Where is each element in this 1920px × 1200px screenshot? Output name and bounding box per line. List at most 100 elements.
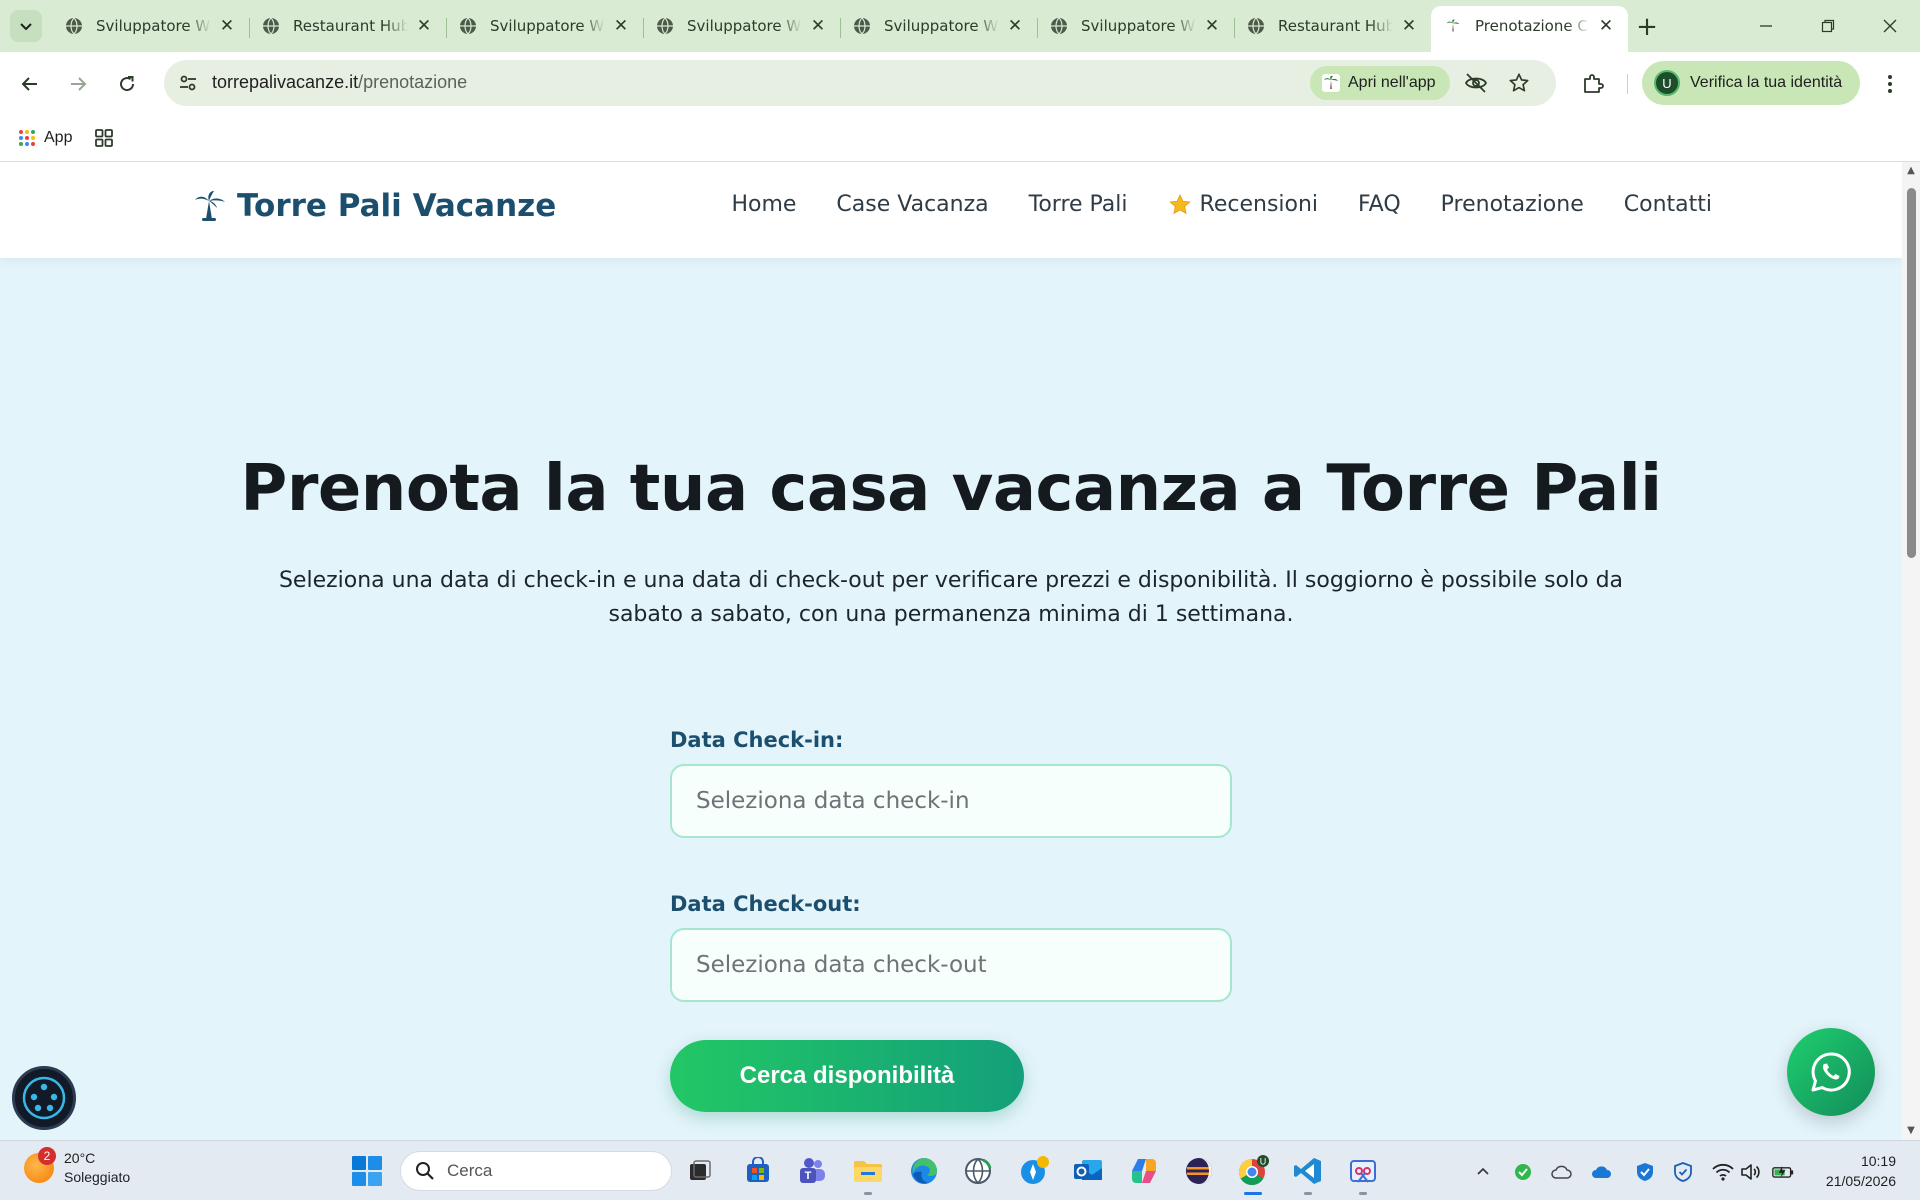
tray-volume[interactable]: [1740, 1161, 1762, 1183]
tray-defender[interactable]: [1634, 1161, 1656, 1183]
close-tab-icon[interactable]: ✕: [611, 16, 631, 36]
address-bar[interactable]: torrepalivacanze.it/prenotazione Apri ne…: [164, 60, 1556, 106]
close-tab-icon[interactable]: ✕: [808, 16, 828, 36]
shield-icon: [1637, 1163, 1653, 1181]
tune-icon: [180, 75, 196, 91]
weather-widget[interactable]: 2 20°C Soleggiato: [24, 1147, 130, 1187]
arrow-left-icon: [21, 77, 37, 91]
extensions-button[interactable]: [1576, 66, 1610, 100]
browser-app[interactable]: [1016, 1153, 1052, 1189]
tab-groups-icon: [95, 129, 113, 147]
volume-icon: [1741, 1164, 1760, 1180]
scroll-thumb[interactable]: [1907, 188, 1916, 558]
taskbar-clock[interactable]: 10:19 21/05/2026: [1816, 1151, 1896, 1191]
snipping-app[interactable]: [1345, 1153, 1381, 1195]
forward-button[interactable]: [61, 67, 95, 101]
accessibility-button[interactable]: [12, 1066, 76, 1130]
close-tab-icon[interactable]: ✕: [1596, 16, 1616, 36]
eye-off-icon: [1464, 73, 1488, 93]
tab-title: Restaurant Hub: [1278, 17, 1393, 35]
tab-search-button[interactable]: [10, 10, 42, 42]
copilot-app[interactable]: [1126, 1153, 1162, 1189]
close-tab-icon[interactable]: ✕: [1202, 16, 1222, 36]
nav-faq[interactable]: FAQ: [1358, 192, 1401, 217]
browser-tab[interactable]: Restaurant Hub ✕: [1234, 6, 1431, 46]
bookmark-apps[interactable]: App: [18, 124, 72, 152]
url-text[interactable]: torrepalivacanze.it/prenotazione: [212, 72, 467, 93]
close-tab-icon[interactable]: ✕: [1005, 16, 1025, 36]
tray-security[interactable]: [1672, 1161, 1694, 1183]
nav-case-vacanza[interactable]: Case Vacanza: [836, 192, 988, 217]
task-view-button[interactable]: [682, 1153, 718, 1189]
nav-prenotazione-label: Prenotazione: [1440, 192, 1584, 217]
globe-app[interactable]: [960, 1153, 996, 1189]
vscode-app[interactable]: [1290, 1153, 1326, 1195]
checkout-label: Data Check-out:: [670, 892, 861, 916]
tray-battery[interactable]: [1772, 1161, 1794, 1183]
more-vertical-icon: [1888, 75, 1892, 93]
page-scrollbar[interactable]: ▲ ▼: [1902, 162, 1920, 1140]
open-in-app-button[interactable]: Apri nell'app: [1310, 66, 1450, 100]
tab-title: Prenotazione C: [1475, 17, 1588, 35]
browser-tab[interactable]: Sviluppatore W ✕: [446, 6, 643, 46]
nav-recensioni[interactable]: Recensioni: [1168, 192, 1318, 217]
teams-app[interactable]: T: [794, 1153, 830, 1189]
nav-prenotazione[interactable]: Prenotazione: [1441, 192, 1584, 217]
tray-cloud-outline[interactable]: [1550, 1161, 1572, 1183]
browser-tab[interactable]: Prenotazione C ✕: [1431, 6, 1628, 52]
palm-tree-icon: [1322, 74, 1340, 92]
scroll-down-arrow[interactable]: ▼: [1906, 1126, 1916, 1136]
minimize-button[interactable]: [1736, 0, 1796, 52]
globe-icon: [1049, 16, 1069, 36]
browser-tab[interactable]: Sviluppatore W ✕: [1037, 6, 1234, 46]
scroll-up-arrow[interactable]: ▲: [1906, 166, 1916, 176]
verify-identity-button[interactable]: U Verifica la tua identità: [1642, 61, 1861, 105]
close-window-button[interactable]: [1860, 0, 1920, 52]
site-logo[interactable]: Torre Pali Vacanze: [193, 188, 556, 224]
reload-button[interactable]: [110, 67, 144, 101]
file-explorer-app[interactable]: [850, 1153, 886, 1195]
browser-menu-button[interactable]: [1875, 67, 1905, 101]
tracking-protection-button[interactable]: [1461, 68, 1491, 98]
close-tab-icon[interactable]: ✕: [1399, 16, 1419, 36]
tray-onedrive[interactable]: [1590, 1161, 1612, 1183]
checkin-input[interactable]: [670, 764, 1232, 838]
nav-home[interactable]: Home: [731, 192, 796, 217]
new-tab-button[interactable]: +: [1632, 12, 1662, 42]
outlook-app[interactable]: [1070, 1153, 1106, 1189]
folder-icon: [854, 1161, 882, 1182]
bookmark-star-button[interactable]: [1504, 68, 1534, 98]
browser-tab[interactable]: Restaurant Hub ✕: [249, 6, 446, 46]
taskbar-search[interactable]: Cerca: [400, 1151, 672, 1191]
close-tab-icon[interactable]: ✕: [414, 16, 434, 36]
tray-wifi[interactable]: [1712, 1161, 1734, 1183]
restore-button[interactable]: [1798, 0, 1858, 52]
tab-groups-button[interactable]: [94, 124, 114, 152]
chrome-app[interactable]: U: [1235, 1153, 1271, 1195]
tab-title: Sviluppatore W: [1081, 17, 1196, 35]
nav-contatti[interactable]: Contatti: [1624, 192, 1712, 217]
store-app[interactable]: [740, 1153, 776, 1189]
check-circle-icon: [1515, 1164, 1531, 1180]
eclipse-app[interactable]: [1181, 1153, 1217, 1189]
edge-app[interactable]: [906, 1153, 942, 1189]
tab-title: Sviluppatore W: [96, 17, 211, 35]
tab-title: Restaurant Hub: [293, 17, 408, 35]
browser-tab[interactable]: Sviluppatore W ✕: [840, 6, 1037, 46]
restore-icon: [1821, 19, 1835, 33]
whatsapp-button[interactable]: [1787, 1028, 1875, 1116]
nav-torre-pali[interactable]: Torre Pali: [1029, 192, 1128, 217]
checkout-input[interactable]: [670, 928, 1232, 1002]
windows-start-icon[interactable]: [351, 1155, 383, 1187]
back-button[interactable]: [13, 67, 47, 101]
search-availability-button[interactable]: Cerca disponibilità: [670, 1040, 1024, 1112]
site-info-button[interactable]: [174, 69, 202, 97]
security-shield-icon: [1674, 1162, 1692, 1182]
show-hidden-icons[interactable]: [1472, 1161, 1494, 1183]
page-subtitle: Seleziona una data di check-in e una dat…: [278, 568, 1624, 627]
tray-check-icon[interactable]: [1512, 1161, 1534, 1183]
browser-tab[interactable]: Sviluppatore W ✕: [643, 6, 840, 46]
close-tab-icon[interactable]: ✕: [217, 16, 237, 36]
browser-tab[interactable]: Sviluppatore W ✕: [52, 6, 249, 46]
chrome-icon: U: [1238, 1155, 1269, 1186]
